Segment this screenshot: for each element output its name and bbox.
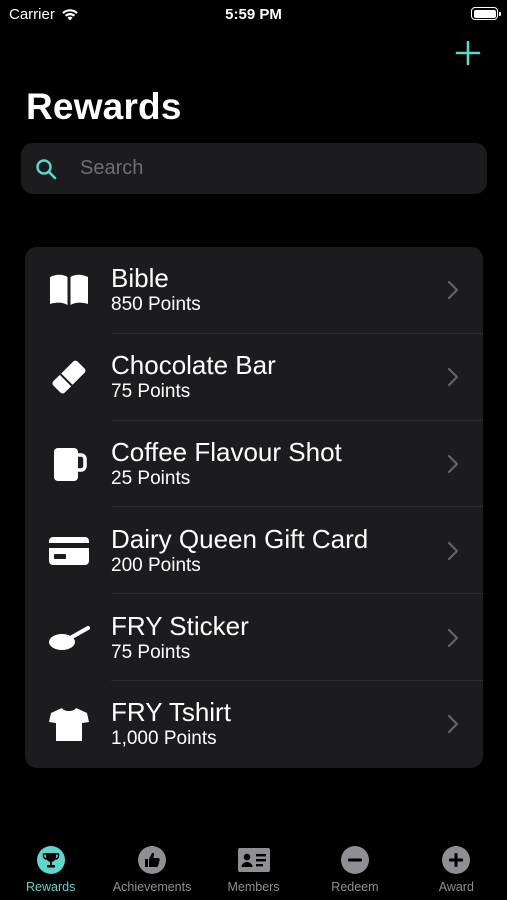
tab-label: Members	[227, 880, 280, 894]
reward-points: 200 Points	[111, 554, 201, 576]
status-time: 5:59 PM	[225, 6, 282, 23]
reward-row-chocolate-bar[interactable]: Chocolate Bar 75 Points	[25, 334, 483, 421]
thumbs-up-icon	[138, 846, 167, 874]
reward-points: 75 Points	[111, 381, 191, 403]
reward-row-coffee-flavour-shot[interactable]: Coffee Flavour Shot 25 Points	[25, 421, 483, 508]
search-input[interactable]	[80, 157, 450, 180]
reward-row-dairy-queen-gift-card[interactable]: Dairy Queen Gift Card 200 Points	[25, 507, 483, 595]
book-icon	[46, 267, 92, 313]
reward-points: 75 Points	[111, 641, 191, 663]
search-bar[interactable]	[21, 143, 487, 194]
tab-label: Rewards	[26, 880, 76, 894]
reward-row-fry-tshirt[interactable]: FRY Tshirt 1,000 Points	[25, 681, 483, 768]
chevron-right-icon	[447, 715, 459, 734]
battery-icon	[471, 7, 501, 20]
trophy-icon	[36, 846, 65, 874]
frying-pan-icon	[46, 615, 92, 661]
reward-row-bible[interactable]: Bible 850 Points	[25, 247, 483, 334]
reward-points: 850 Points	[111, 294, 201, 316]
reward-name: Chocolate Bar	[111, 350, 276, 381]
tab-members[interactable]: Members	[203, 840, 304, 900]
status-bar: Carrier 5:59 PM	[0, 0, 507, 30]
reward-name: Coffee Flavour Shot	[111, 436, 342, 467]
tab-achievements[interactable]: Achievements	[101, 840, 202, 900]
mug-icon	[46, 441, 92, 487]
tab-award[interactable]: Award	[406, 840, 507, 900]
page-title: Rewards	[26, 86, 182, 127]
plus-circle-icon	[442, 846, 471, 874]
add-reward-button[interactable]	[455, 40, 481, 66]
minus-circle-icon	[340, 846, 369, 874]
tab-redeem[interactable]: Redeem	[304, 840, 405, 900]
chevron-right-icon	[447, 628, 459, 647]
eraser-icon	[46, 354, 92, 400]
tab-bar: Rewards Achievements Members Redeem Awar…	[0, 840, 507, 900]
credit-card-icon	[46, 528, 92, 574]
reward-name: FRY Sticker	[111, 610, 249, 641]
chevron-right-icon	[447, 368, 459, 387]
chevron-right-icon	[447, 281, 459, 300]
reward-name: FRY Tshirt	[111, 697, 231, 728]
rewards-list: Bible 850 Points Chocolate Bar 75 Points	[25, 247, 483, 768]
tab-label: Redeem	[331, 880, 379, 894]
chevron-right-icon	[447, 541, 459, 560]
tshirt-icon	[46, 701, 92, 747]
search-icon	[36, 158, 57, 179]
reward-points: 25 Points	[111, 467, 191, 489]
reward-points: 1,000 Points	[111, 728, 217, 750]
id-card-icon	[237, 848, 270, 872]
reward-name: Dairy Queen Gift Card	[111, 523, 369, 554]
chevron-right-icon	[447, 454, 459, 474]
tab-label: Award	[438, 880, 474, 894]
tab-rewards[interactable]: Rewards	[0, 840, 101, 900]
tab-label: Achievements	[112, 880, 192, 894]
reward-name: Bible	[111, 263, 169, 294]
reward-row-fry-sticker[interactable]: FRY Sticker 75 Points	[25, 594, 483, 681]
